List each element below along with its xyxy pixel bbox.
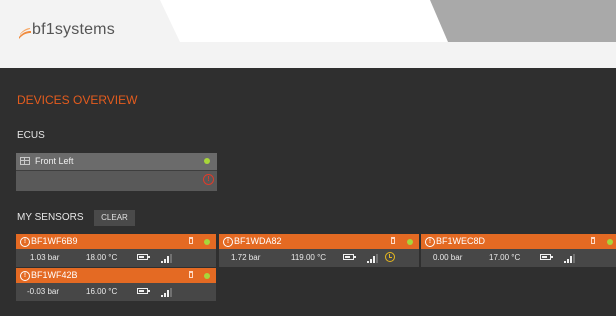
- sensor-card-header: ! BF1WF42B: [16, 268, 216, 283]
- signal-bar: [367, 261, 369, 263]
- online-status-dot-icon: [607, 239, 613, 245]
- ecu-card-front-left[interactable]: Front Left !: [16, 153, 217, 191]
- signal-bar: [167, 290, 169, 297]
- sensor-card-body: 1.03 bar 18.00 °C: [16, 249, 216, 267]
- temperature-value: 18.00 °C: [86, 253, 118, 262]
- battery-level: [139, 256, 144, 258]
- battery-level: [139, 290, 144, 292]
- signal-icon: [161, 287, 172, 297]
- sensor-card[interactable]: ! BF1WF42B -0.03 bar 16.00 °C: [16, 268, 216, 301]
- pressure-value: 1.72 bar: [231, 253, 261, 262]
- alert-icon: !: [20, 237, 30, 247]
- ecu-name: Front Left: [35, 156, 74, 166]
- online-status-dot-icon: [204, 239, 210, 245]
- signal-bar: [167, 256, 169, 263]
- online-status-dot-icon: [407, 239, 413, 245]
- temperature-value: 16.00 °C: [86, 287, 118, 296]
- main-content: DEVICES OVERVIEW ECUS Front Left ! MY SE…: [0, 68, 616, 316]
- sensor-id: BF1WF6B9: [31, 236, 78, 246]
- signal-bar: [376, 253, 378, 263]
- sensors-section-label: MY SENSORS: [17, 212, 84, 223]
- sensor-card-body: 1.72 bar 119.00 °C: [219, 249, 419, 267]
- alert-icon: !: [425, 237, 435, 247]
- sensor-id: BF1WEC8D: [436, 236, 486, 246]
- signal-bar: [161, 295, 163, 297]
- pressure-value: 0.00 bar: [433, 253, 463, 262]
- sensor-card-header: ! BF1WEC8D: [421, 234, 616, 249]
- signal-bar: [164, 292, 166, 297]
- signal-bar: [170, 287, 172, 297]
- signal-bar: [573, 253, 575, 263]
- online-status-dot-icon: [204, 158, 210, 164]
- battery-icon: [343, 254, 356, 260]
- signal-icon: [564, 253, 575, 263]
- sensor-card[interactable]: ! BF1WF6B9 1.03 bar 18.00 °C: [16, 234, 216, 267]
- signal-bar: [570, 256, 572, 263]
- battery-level: [345, 256, 350, 258]
- signal-bar: [564, 261, 566, 263]
- warning-icon[interactable]: !: [203, 174, 214, 185]
- sensor-card[interactable]: ! BF1WEC8D 0.00 bar 17.00 °C: [421, 234, 616, 267]
- sensor-id: BF1WDA82: [234, 236, 282, 246]
- pressure-value: -0.03 bar: [27, 287, 60, 296]
- logo-text: bf1systems: [32, 21, 115, 38]
- signal-bar: [373, 256, 375, 263]
- sensor-card-header: ! BF1WF6B9: [16, 234, 216, 249]
- signal-bar: [170, 253, 172, 263]
- pressure-value: 1.03 bar: [30, 253, 60, 262]
- temperature-value: 17.00 °C: [489, 253, 521, 262]
- sensor-id: BF1WF42B: [31, 270, 78, 280]
- signal-bar: [370, 258, 372, 263]
- alert-icon: !: [20, 271, 30, 281]
- pin-icon[interactable]: [189, 271, 193, 278]
- pin-icon[interactable]: [591, 237, 595, 244]
- grid-icon: [20, 157, 30, 165]
- battery-icon: [137, 254, 150, 260]
- online-status-dot-icon: [204, 273, 210, 279]
- battery-icon: [540, 254, 553, 260]
- page-title: DEVICES OVERVIEW: [17, 93, 138, 107]
- sensor-card-body: -0.03 bar 16.00 °C: [16, 283, 216, 301]
- ecu-card-header: Front Left: [16, 153, 217, 171]
- sensor-card-body: 0.00 bar 17.00 °C: [421, 249, 616, 267]
- logo-swoosh-icon: [19, 28, 31, 39]
- battery-icon: [137, 288, 150, 294]
- signal-bar: [161, 261, 163, 263]
- battery-level: [542, 256, 547, 258]
- timer-icon: [385, 252, 395, 262]
- clear-button[interactable]: CLEAR: [94, 210, 135, 226]
- pin-icon[interactable]: [189, 237, 193, 244]
- temperature-value: 119.00 °C: [291, 253, 327, 262]
- company-logo[interactable]: bf1systems: [18, 18, 128, 44]
- signal-bar: [567, 258, 569, 263]
- signal-icon: [161, 253, 172, 263]
- sensor-card[interactable]: ! BF1WDA82 1.72 bar 119.00 °C: [219, 234, 419, 267]
- pin-icon[interactable]: [391, 237, 395, 244]
- alert-icon: !: [223, 237, 233, 247]
- signal-bar: [164, 258, 166, 263]
- ecus-section-label: ECUS: [17, 130, 45, 141]
- sensor-card-header: ! BF1WDA82: [219, 234, 419, 249]
- signal-icon: [367, 253, 378, 263]
- app-header: bf1systems: [0, 0, 616, 68]
